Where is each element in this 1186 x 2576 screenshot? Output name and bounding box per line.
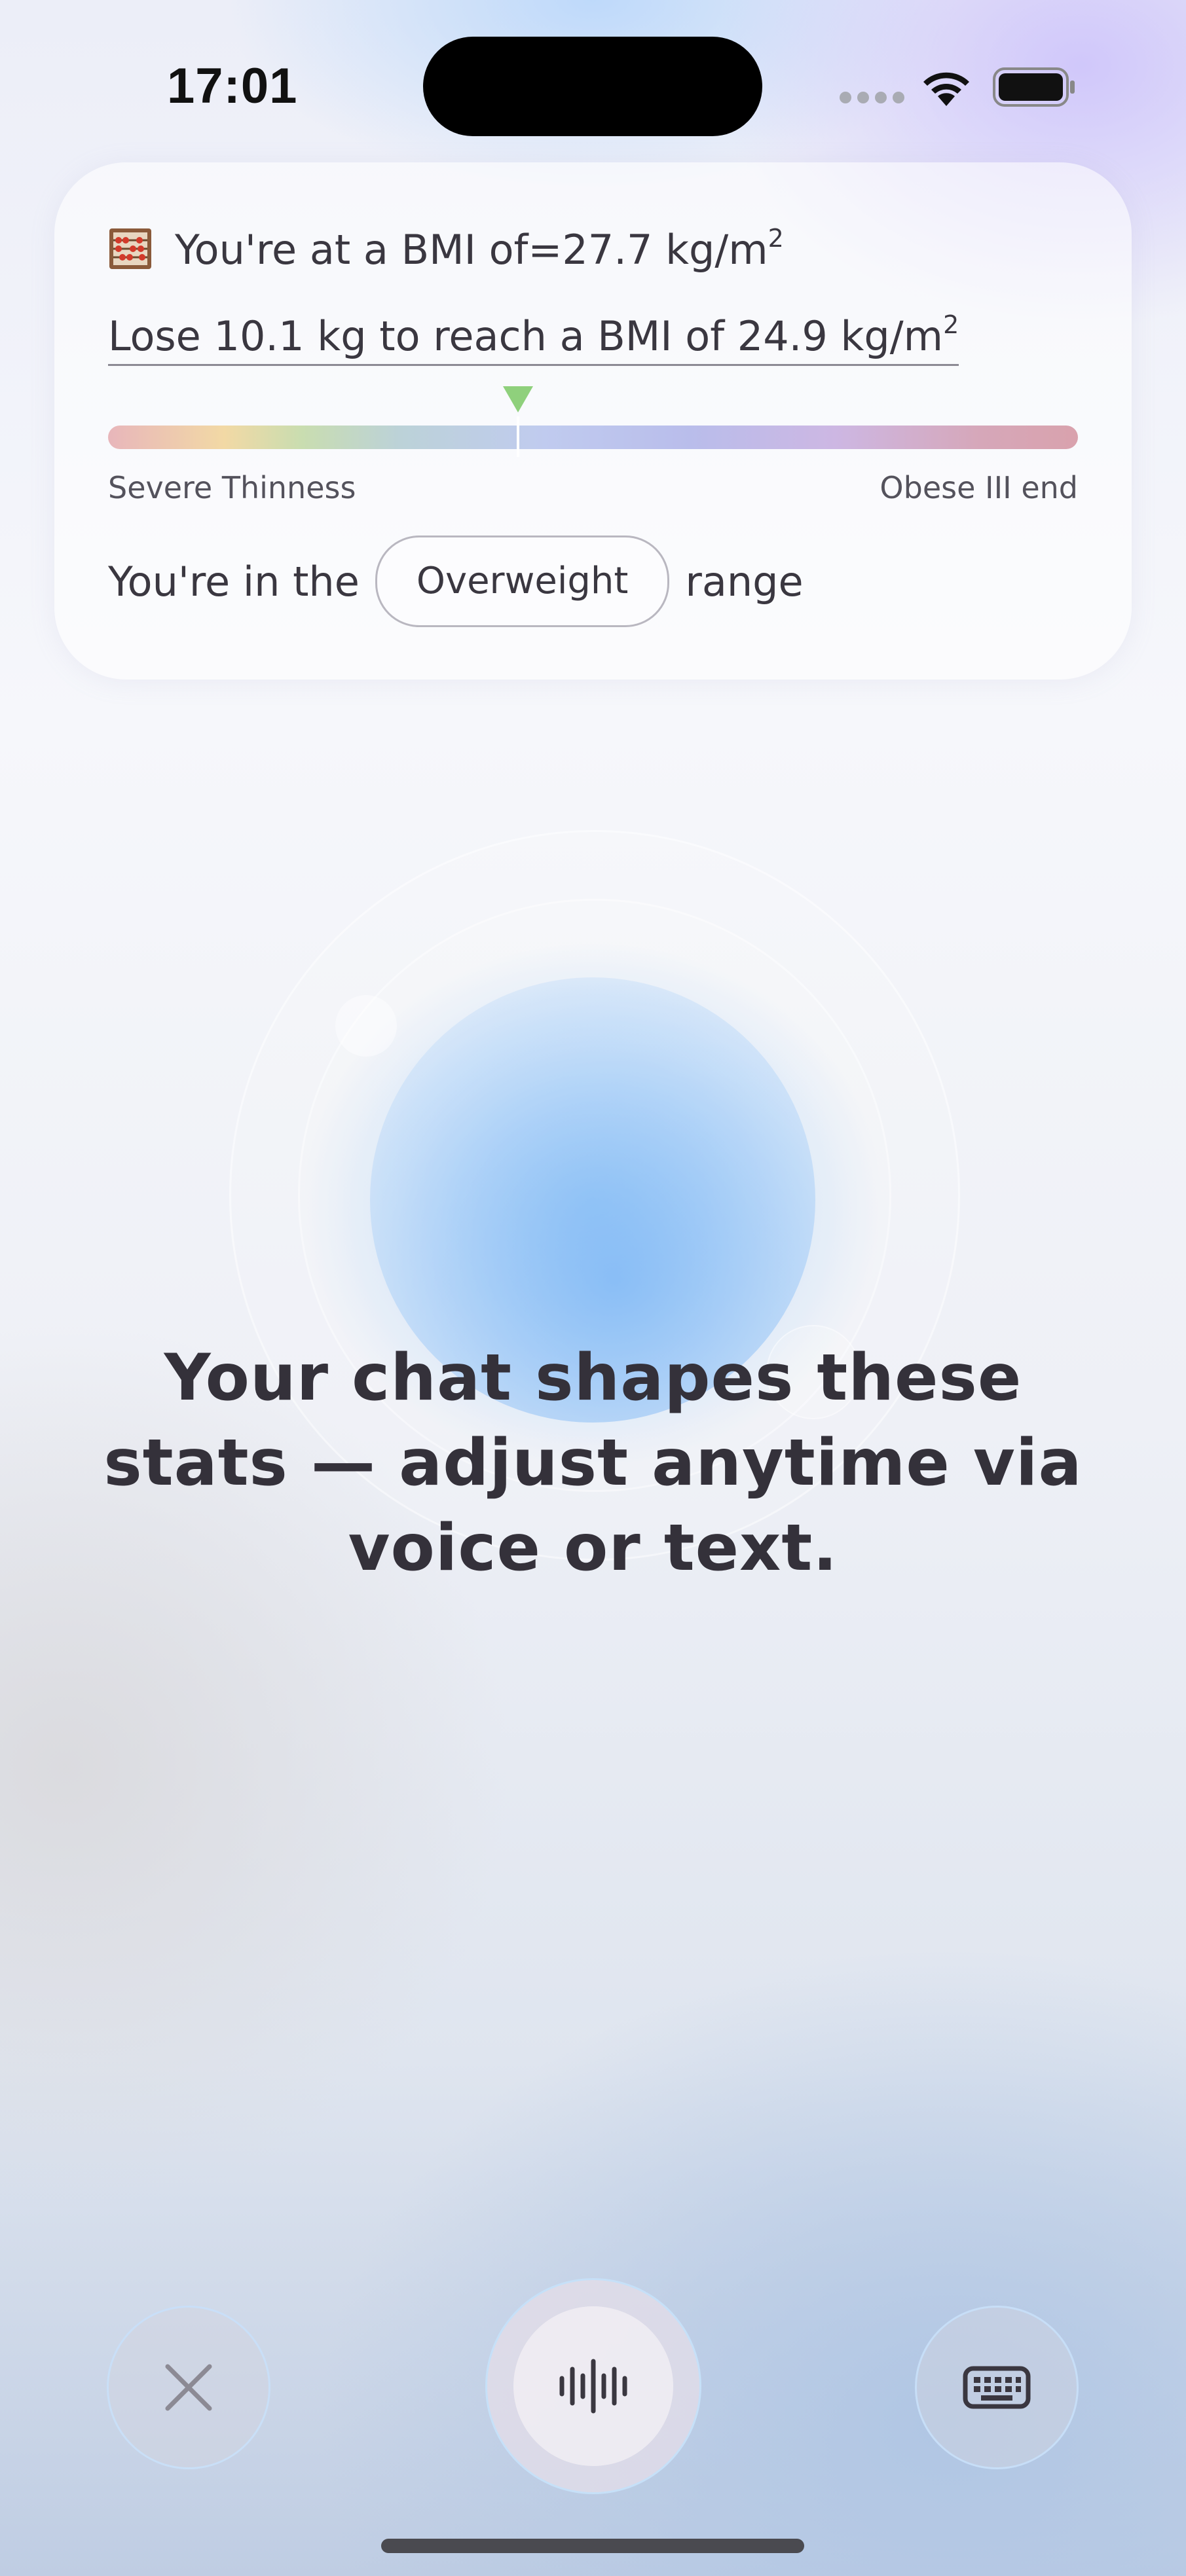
keyboard-button[interactable] <box>915 2306 1079 2469</box>
bmi-marker-line <box>517 416 520 457</box>
headline-text: Your chat shapes these stats — adjust an… <box>103 1341 1083 1586</box>
bmi-marker <box>503 386 534 412</box>
scale-max-label: Obese III end <box>880 470 1078 505</box>
abacus-icon <box>109 228 151 269</box>
status-bar: 17:01 <box>0 0 1186 170</box>
status-time: 17:01 <box>167 58 298 114</box>
wifi-icon <box>923 72 969 106</box>
range-category-pill[interactable]: Overweight <box>375 535 670 627</box>
keyboard-icon <box>963 2366 1031 2409</box>
range-suffix: range <box>685 557 804 606</box>
voice-waveform-icon <box>559 2359 627 2414</box>
range-prefix: You're in the <box>108 557 360 606</box>
dynamic-island <box>423 37 762 136</box>
close-button[interactable] <box>107 2306 270 2469</box>
battery-icon <box>993 67 1075 107</box>
home-indicator[interactable] <box>381 2539 804 2553</box>
current-bmi-text: You're at a BMI of=27.7 kg/m2 <box>175 224 784 274</box>
bmi-scale-bar <box>108 426 1078 449</box>
current-bmi-row: You're at a BMI of=27.7 kg/m2 <box>108 223 784 275</box>
signal-dots-icon <box>840 92 910 106</box>
voice-button[interactable] <box>485 2278 701 2494</box>
close-icon <box>165 2364 212 2411</box>
bmi-range-row: You're in the Overweight range <box>108 535 804 627</box>
scale-min-label: Severe Thinness <box>108 470 356 505</box>
bmi-card: You're at a BMI of=27.7 kg/m2 Lose 10.1 … <box>54 162 1132 680</box>
goal-bmi-link[interactable]: Lose 10.1 kg to reach a BMI of 24.9 kg/m… <box>108 299 959 366</box>
